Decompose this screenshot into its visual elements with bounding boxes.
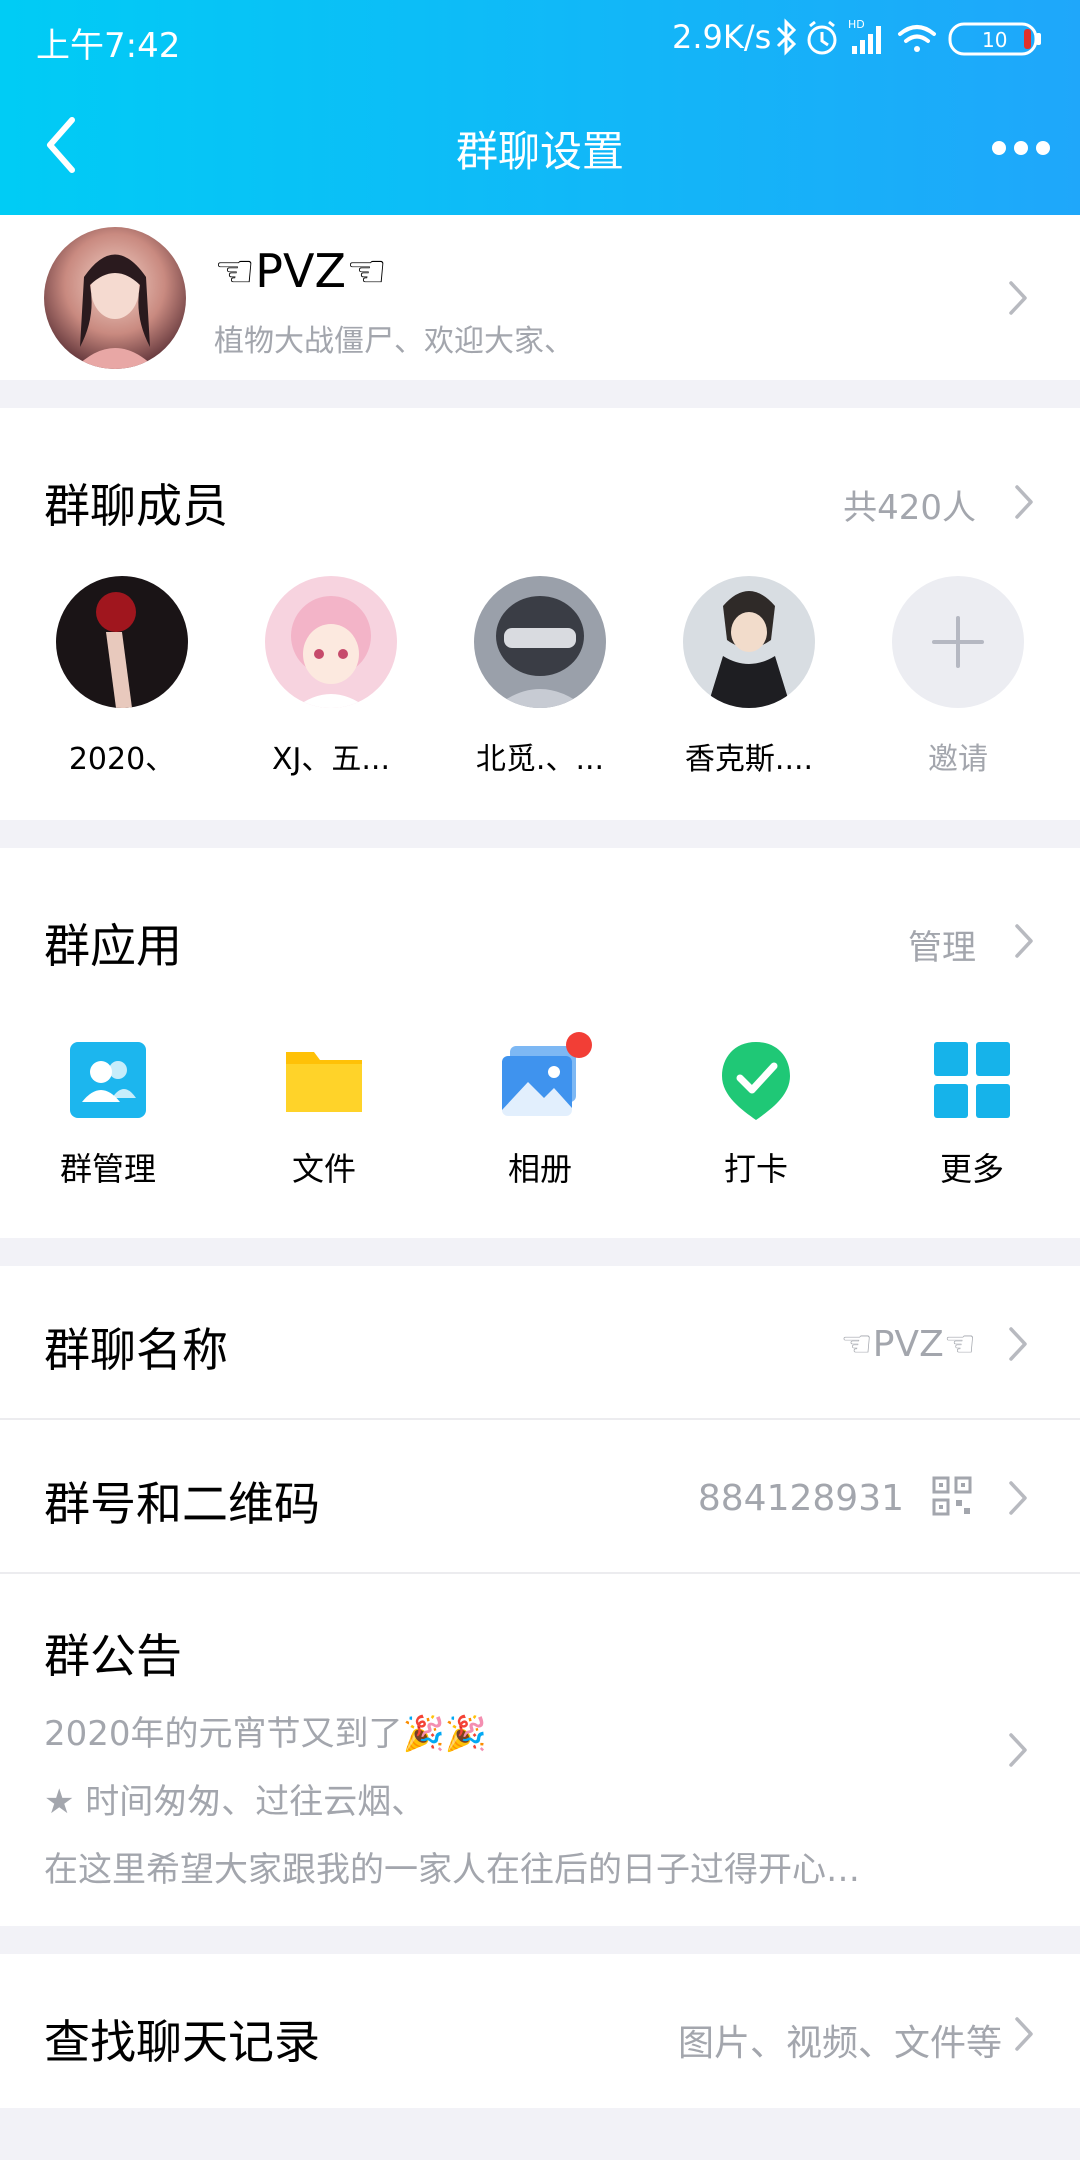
status-icons: HD 10	[776, 18, 1041, 56]
notice-line: 在这里希望大家跟我的一家人在往后的日子过得开心…	[44, 1850, 860, 1890]
network-speed: 2.9K/s	[672, 18, 772, 56]
bluetooth-icon	[776, 18, 797, 56]
app-label: 打卡	[723, 1150, 788, 1188]
group-avatar[interactable]	[44, 227, 186, 369]
chevron-right-icon	[1015, 924, 1033, 958]
search-history-label: 查找聊天记录	[44, 2015, 320, 2069]
folder-icon	[286, 1052, 362, 1112]
member-avatar	[474, 576, 606, 708]
member-name: 香克斯....	[684, 742, 814, 777]
group-name-label: 群聊名称	[44, 1323, 228, 1377]
group-number-value: 884128931	[697, 1478, 904, 1519]
member-name: XJ、五...	[271, 742, 390, 777]
app-label: 更多	[939, 1150, 1004, 1188]
page-title: 群聊设置	[455, 127, 624, 176]
chevron-right-icon	[1015, 2017, 1033, 2051]
member-avatar	[683, 576, 815, 708]
app-label: 相册	[507, 1150, 572, 1188]
svg-text:HD: HD	[848, 18, 865, 31]
members-count[interactable]: 共420人	[843, 480, 976, 529]
member-name: 北觅.、...	[475, 742, 605, 777]
chevron-right-icon	[1009, 281, 1027, 315]
notice-line: ★ 时间匆匆、过往云烟、	[44, 1782, 426, 1822]
group-manage-icon	[70, 1042, 146, 1118]
signal-hd-icon: HD	[848, 18, 881, 54]
chevron-right-icon	[1009, 1327, 1027, 1361]
group-notice-label: 群公告	[44, 1629, 182, 1683]
search-history-value: 图片、视频、文件等	[677, 2023, 1002, 2064]
alarm-icon	[807, 20, 837, 55]
group-number-label: 群号和二维码	[44, 1477, 320, 1531]
more-options-icon[interactable]	[990, 128, 1052, 168]
header: 上午7:42 2.9K/s HD 10 群聊设置	[0, 0, 1080, 215]
member-avatar	[56, 576, 188, 708]
invite-avatar	[892, 576, 1024, 708]
app-label: 文件	[291, 1150, 356, 1188]
chevron-right-icon	[1009, 1733, 1027, 1767]
app-label: 群管理	[59, 1150, 156, 1188]
group-name: ☜PVZ☜	[214, 244, 388, 298]
chevron-right-icon	[1015, 485, 1033, 519]
group-description: 植物大战僵尸、欢迎大家、	[214, 324, 574, 359]
notice-line: 2020年的元宵节又到了🎉🎉	[44, 1714, 488, 1754]
members-title: 群聊成员	[44, 479, 228, 533]
status-time: 上午7:42	[36, 26, 181, 66]
apps-manage-link[interactable]: 管理	[908, 920, 976, 969]
plus-icon	[932, 616, 984, 668]
more-apps-icon	[934, 1042, 1010, 1118]
notification-dot	[566, 1032, 592, 1058]
checkin-icon	[722, 1042, 790, 1120]
member-name: 2020、	[68, 742, 176, 777]
member-avatar	[265, 576, 397, 708]
qrcode-icon[interactable]	[932, 1476, 972, 1516]
chevron-right-icon	[1009, 1481, 1027, 1515]
battery-level: 10	[982, 28, 1007, 52]
wifi-icon	[898, 25, 936, 52]
apps-title: 群应用	[44, 919, 182, 973]
invite-label: 邀请	[928, 742, 988, 777]
group-name-value: ☜PVZ☜	[840, 1324, 976, 1365]
